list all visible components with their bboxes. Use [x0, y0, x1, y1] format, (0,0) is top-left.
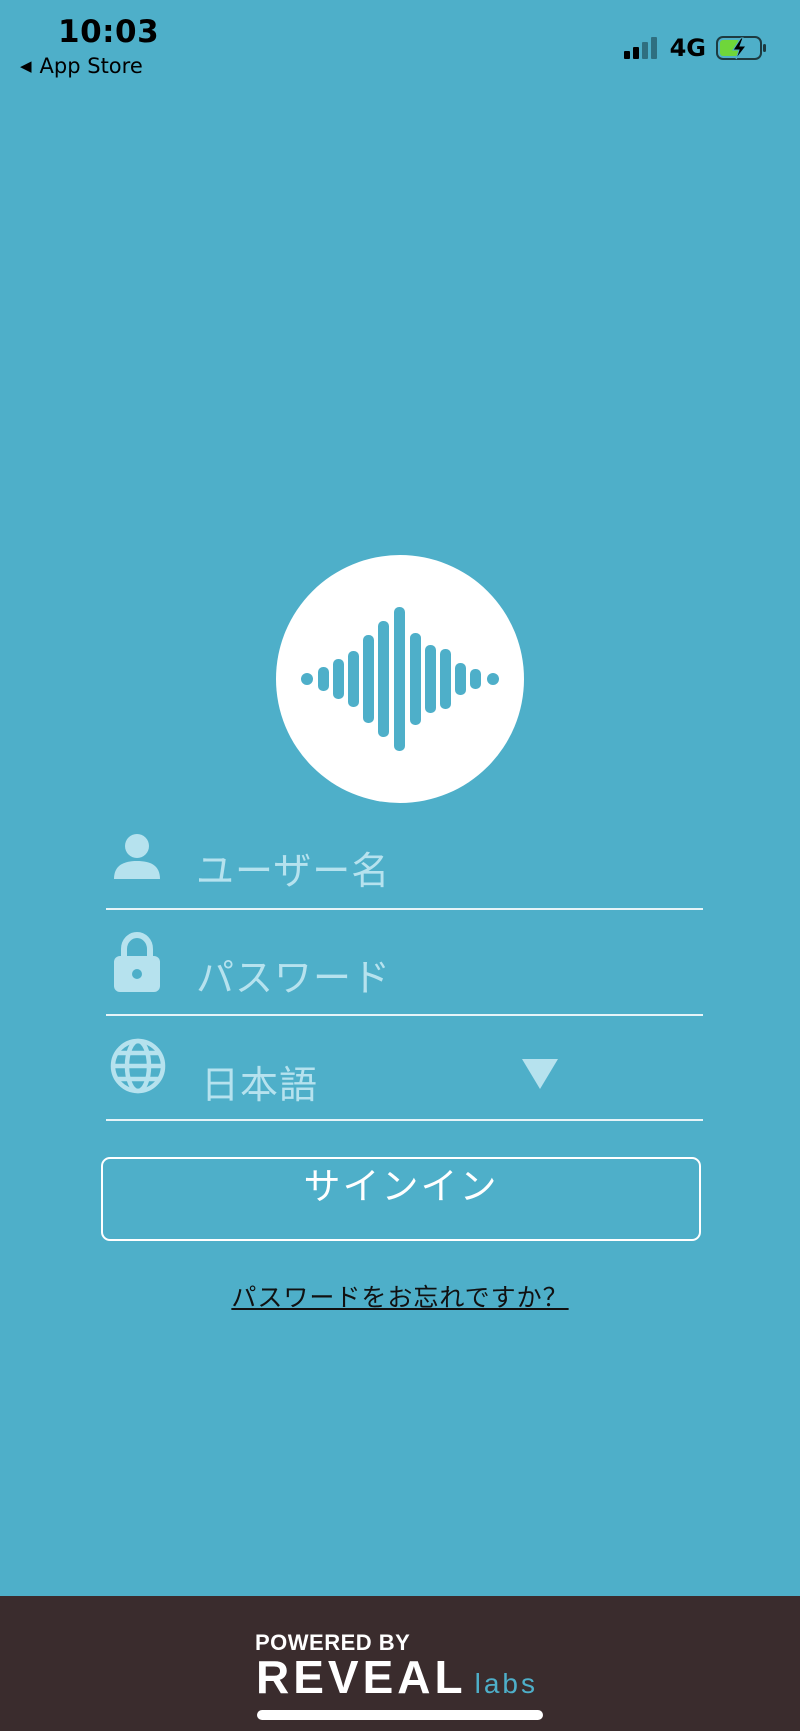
language-value[interactable]: 日本語: [201, 1054, 318, 1109]
home-indicator[interactable]: [257, 1710, 543, 1720]
language-select[interactable]: 日本語: [106, 1023, 703, 1121]
password-input[interactable]: パスワード: [196, 947, 391, 1002]
lock-icon: [114, 932, 160, 992]
status-time: 10:03: [58, 14, 160, 50]
sound-waveform-icon: [301, 607, 499, 751]
back-label: App Store: [39, 54, 143, 78]
back-arrow-icon: ◀: [20, 57, 32, 75]
username-input[interactable]: ユーザー名: [196, 840, 390, 895]
signal-icon: [623, 37, 657, 59]
app-logo: [276, 555, 524, 803]
brand-logo: REVEAL labs: [256, 1654, 538, 1700]
triangle-down-icon[interactable]: [522, 1059, 558, 1089]
network-type: 4G: [669, 34, 706, 62]
footer-branding: POWERED BY REVEAL labs: [0, 1596, 800, 1731]
brand-main: REVEAL: [256, 1651, 467, 1703]
password-field[interactable]: パスワード: [106, 918, 703, 1016]
globe-icon: [110, 1038, 166, 1094]
status-indicators: 4G: [623, 34, 768, 62]
back-to-app-store[interactable]: ◀ App Store: [20, 54, 143, 78]
user-icon: [114, 834, 160, 879]
battery-charging-icon: [716, 36, 766, 60]
brand-sub: labs: [474, 1668, 538, 1699]
status-bar: 10:03 ◀ App Store 4G: [0, 0, 800, 90]
signin-button[interactable]: サインイン: [101, 1157, 701, 1241]
forgot-password-link[interactable]: パスワードをお忘れですか？: [0, 1278, 800, 1314]
username-field[interactable]: ユーザー名: [106, 812, 703, 910]
